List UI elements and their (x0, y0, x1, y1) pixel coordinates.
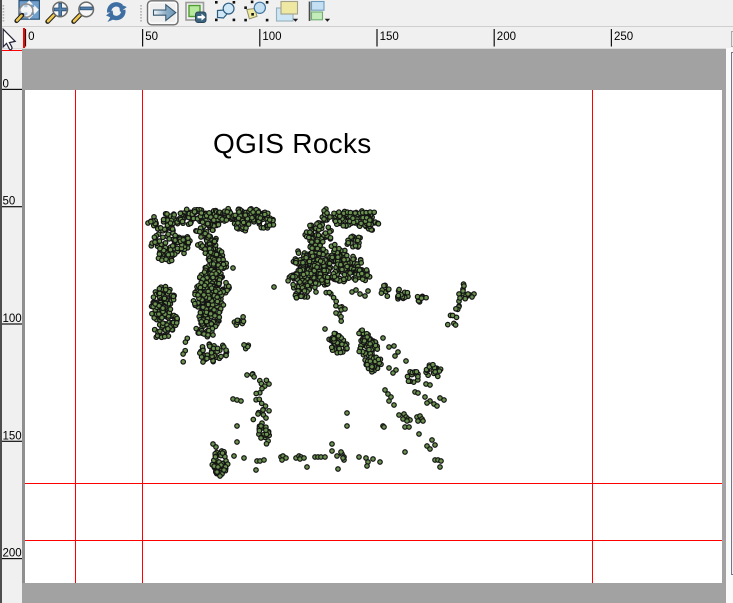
svg-text:0: 0 (28, 31, 34, 43)
svg-text:0: 0 (3, 78, 9, 90)
svg-text:100: 100 (262, 31, 281, 43)
svg-text:50: 50 (3, 196, 16, 208)
svg-text:50: 50 (145, 31, 158, 43)
svg-text:200: 200 (497, 31, 516, 43)
svg-text:100: 100 (3, 313, 22, 325)
svg-text:200: 200 (3, 548, 22, 560)
svg-text:150: 150 (3, 430, 22, 442)
svg-text:150: 150 (380, 31, 399, 43)
svg-text:250: 250 (614, 31, 633, 43)
